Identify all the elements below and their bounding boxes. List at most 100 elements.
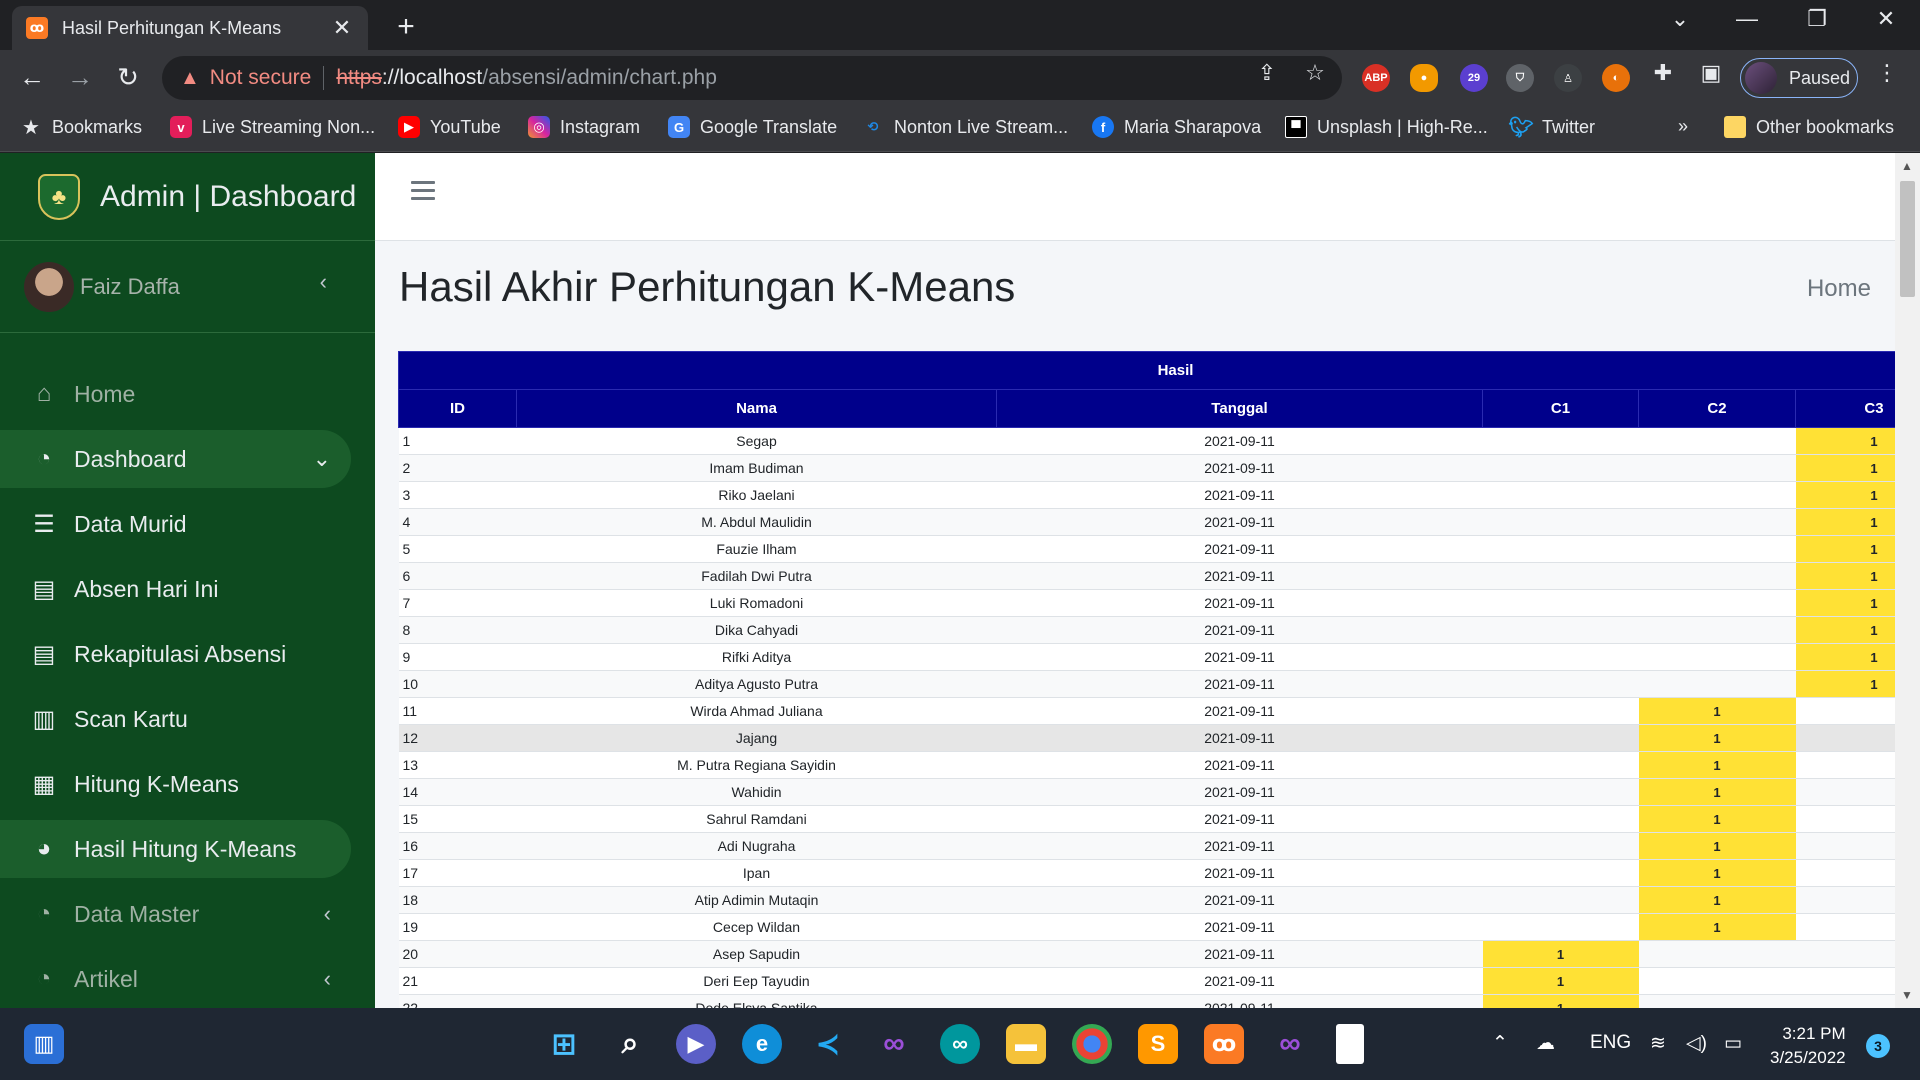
bookmarks-overflow-button[interactable]: » [1678, 116, 1688, 137]
sidebar-item-dashboard[interactable]: ◔ Dashboard ⌄ [0, 430, 351, 488]
bookmark-item[interactable]: ★ Bookmarks [20, 116, 142, 139]
cell-tanggal: 2021-09-11 [996, 670, 1483, 698]
url-scheme: https [336, 66, 382, 89]
twitter-icon: 🐦︎ [1508, 116, 1534, 139]
clock[interactable]: 3:21 PM 3/25/2022 [1770, 1022, 1846, 1070]
document-icon[interactable] [1336, 1024, 1364, 1064]
column-header-c2: C2 [1638, 389, 1796, 428]
start-icon[interactable]: ⊞ [544, 1024, 584, 1064]
xampp-icon[interactable]: ꝏ [1204, 1024, 1244, 1064]
edge-icon[interactable]: e [742, 1024, 782, 1064]
teams-chat-icon[interactable]: ▶ [676, 1024, 716, 1064]
user-panel[interactable]: Faiz Daffa ‹ [0, 241, 375, 333]
extension-flame-icon[interactable]: ◐ [1602, 64, 1630, 92]
cell-nama: M. Putra Regiana Sayidin [516, 751, 997, 779]
restore-button[interactable]: ❐ [1797, 6, 1837, 32]
scrollbar-thumb[interactable] [1900, 181, 1915, 297]
cell-tanggal: 2021-09-11 [996, 859, 1483, 887]
sidebar-item-artikel[interactable]: ◔ Artikel ‹ [0, 950, 351, 1008]
cell-id: 10 [398, 670, 517, 698]
onedrive-icon[interactable]: ☁ [1536, 1032, 1555, 1055]
extension-fox-icon[interactable]: ● [1410, 64, 1438, 92]
sidebar-item-scan-kartu[interactable]: ▥ Scan Kartu [0, 690, 351, 748]
cell-nama: Asep Sapudin [516, 940, 997, 968]
close-tab-icon[interactable]: ✕ [330, 15, 354, 41]
xampp-icon: ꝏ [26, 17, 48, 39]
tray-overflow-icon[interactable]: ⌃ [1492, 1032, 1508, 1055]
language-indicator[interactable]: ENG [1590, 1032, 1631, 1054]
table-row: 3 Riko Jaelani 2021-09-11 1 [398, 481, 1920, 509]
visual-studio-icon[interactable]: ∞ [874, 1024, 914, 1064]
chevron-left-icon[interactable]: ‹ [320, 269, 327, 295]
cell-id: 6 [398, 562, 517, 590]
table-row: 14 Wahidin 2021-09-11 1 [398, 778, 1920, 806]
bookmark-item[interactable]: v Live Streaming Non... [170, 116, 375, 138]
extensions-puzzle-icon[interactable]: ✚ [1648, 60, 1678, 86]
security-label[interactable]: Not secure [210, 66, 312, 90]
wifi-icon[interactable]: ≋ [1650, 1032, 1666, 1055]
book-icon: ▤ [32, 640, 56, 668]
vscode-icon[interactable]: ≺ [808, 1024, 848, 1064]
kebab-menu-icon[interactable]: ⋮ [1872, 60, 1902, 86]
school-logo-icon: ♣ [38, 173, 80, 220]
new-tab-button[interactable]: + [390, 10, 422, 44]
table-row: 1 Segap 2021-09-11 1 [398, 427, 1920, 455]
widgets-icon[interactable]: ▥ [24, 1024, 64, 1064]
close-window-button[interactable]: ✕ [1866, 6, 1906, 32]
forward-icon[interactable]: → [62, 62, 98, 93]
sidebar-item-absen-hari-ini[interactable]: ▤ Absen Hari Ini [0, 560, 351, 618]
bookmark-item[interactable]: G Google Translate [668, 116, 837, 138]
other-bookmarks-folder[interactable]: Other bookmarks [1724, 116, 1894, 138]
bookmark-star-icon[interactable]: ☆ [1300, 60, 1330, 86]
reload-icon[interactable]: ↻ [110, 62, 146, 93]
cell-id: 18 [398, 886, 517, 914]
minimize-button[interactable]: — [1727, 6, 1767, 32]
sidebar-item-data-murid[interactable]: ☰ Data Murid [0, 495, 351, 553]
browser-tab[interactable]: ꝏ Hasil Perhitungan K-Means ✕ [12, 6, 368, 50]
bookmark-item[interactable]: ◎ Instagram [528, 116, 640, 138]
bookmark-item[interactable]: f Maria Sharapova [1092, 116, 1261, 138]
hamburger-menu-icon[interactable] [411, 181, 435, 201]
breadcrumb-home[interactable]: Home [1807, 275, 1871, 303]
bookmark-item[interactable]: ▶ YouTube [398, 116, 501, 138]
scroll-down-icon[interactable]: ▼ [1901, 988, 1913, 1002]
visual-studio-icon[interactable]: ∞ [1270, 1024, 1310, 1064]
volume-icon[interactable]: ◁) [1686, 1032, 1707, 1055]
bookmark-item[interactable]: ▀ Unsplash | High-Re... [1285, 116, 1488, 138]
cell-c2: 1 [1638, 832, 1796, 860]
bookmark-item[interactable]: ⟲ Nonton Live Stream... [862, 116, 1069, 138]
bookmark-item[interactable]: 🐦︎ Twitter [1508, 116, 1595, 139]
address-bar[interactable]: ▲ Not secure https ://localhost /absensi… [162, 56, 1342, 100]
table-row: 5 Fauzie Ilham 2021-09-11 1 [398, 535, 1920, 563]
chrome-icon[interactable] [1072, 1024, 1112, 1064]
arduino-icon[interactable]: ∞ [940, 1024, 980, 1064]
cell-c1 [1482, 535, 1639, 563]
cell-id: 19 [398, 913, 517, 941]
side-panel-icon[interactable]: ▣ [1696, 60, 1726, 86]
file-explorer-icon[interactable]: ▬ [1006, 1024, 1046, 1064]
sidebar-item-home[interactable]: ⌂ Home [0, 365, 351, 423]
extension-person-icon[interactable]: ♙ [1554, 64, 1582, 92]
sidebar-item-rekapitulasi-absensi[interactable]: ▤ Rekapitulasi Absensi [0, 625, 351, 683]
share-icon[interactable]: ⇪ [1252, 60, 1282, 86]
cell-id: 1 [398, 427, 517, 455]
tab-search-icon[interactable]: ⌄ [1660, 6, 1700, 32]
extension-badge-icon[interactable]: 29 [1460, 64, 1488, 92]
table-row: 10 Aditya Agusto Putra 2021-09-11 1 [398, 670, 1920, 698]
sidebar-item-hitung-kmeans[interactable]: ▦ Hitung K-Means [0, 755, 351, 813]
shield-icon[interactable]: ⛉ [1506, 64, 1534, 92]
sidebar-item-data-master[interactable]: ◔ Data Master ‹ [0, 885, 351, 943]
search-icon[interactable]: ⌕ [610, 1024, 650, 1064]
back-icon[interactable]: ← [14, 62, 50, 93]
warning-icon[interactable]: ▲ [180, 67, 200, 90]
brand-link[interactable]: ♣ Admin | Dashboard [0, 153, 375, 241]
scroll-up-icon[interactable]: ▲ [1901, 159, 1913, 173]
page-scrollbar[interactable]: ▲ ▼ [1895, 153, 1920, 1008]
cell-nama: M. Abdul Maulidin [516, 508, 997, 536]
adblock-plus-icon[interactable]: ABP [1362, 64, 1390, 92]
profile-button[interactable]: Paused [1740, 58, 1858, 98]
notification-badge[interactable]: 3 [1866, 1034, 1890, 1058]
sublime-text-icon[interactable]: S [1138, 1024, 1178, 1064]
battery-icon[interactable]: ▭ [1724, 1032, 1742, 1055]
sidebar-item-hasil-hitung-kmeans[interactable]: ◕ Hasil Hitung K-Means [0, 820, 351, 878]
